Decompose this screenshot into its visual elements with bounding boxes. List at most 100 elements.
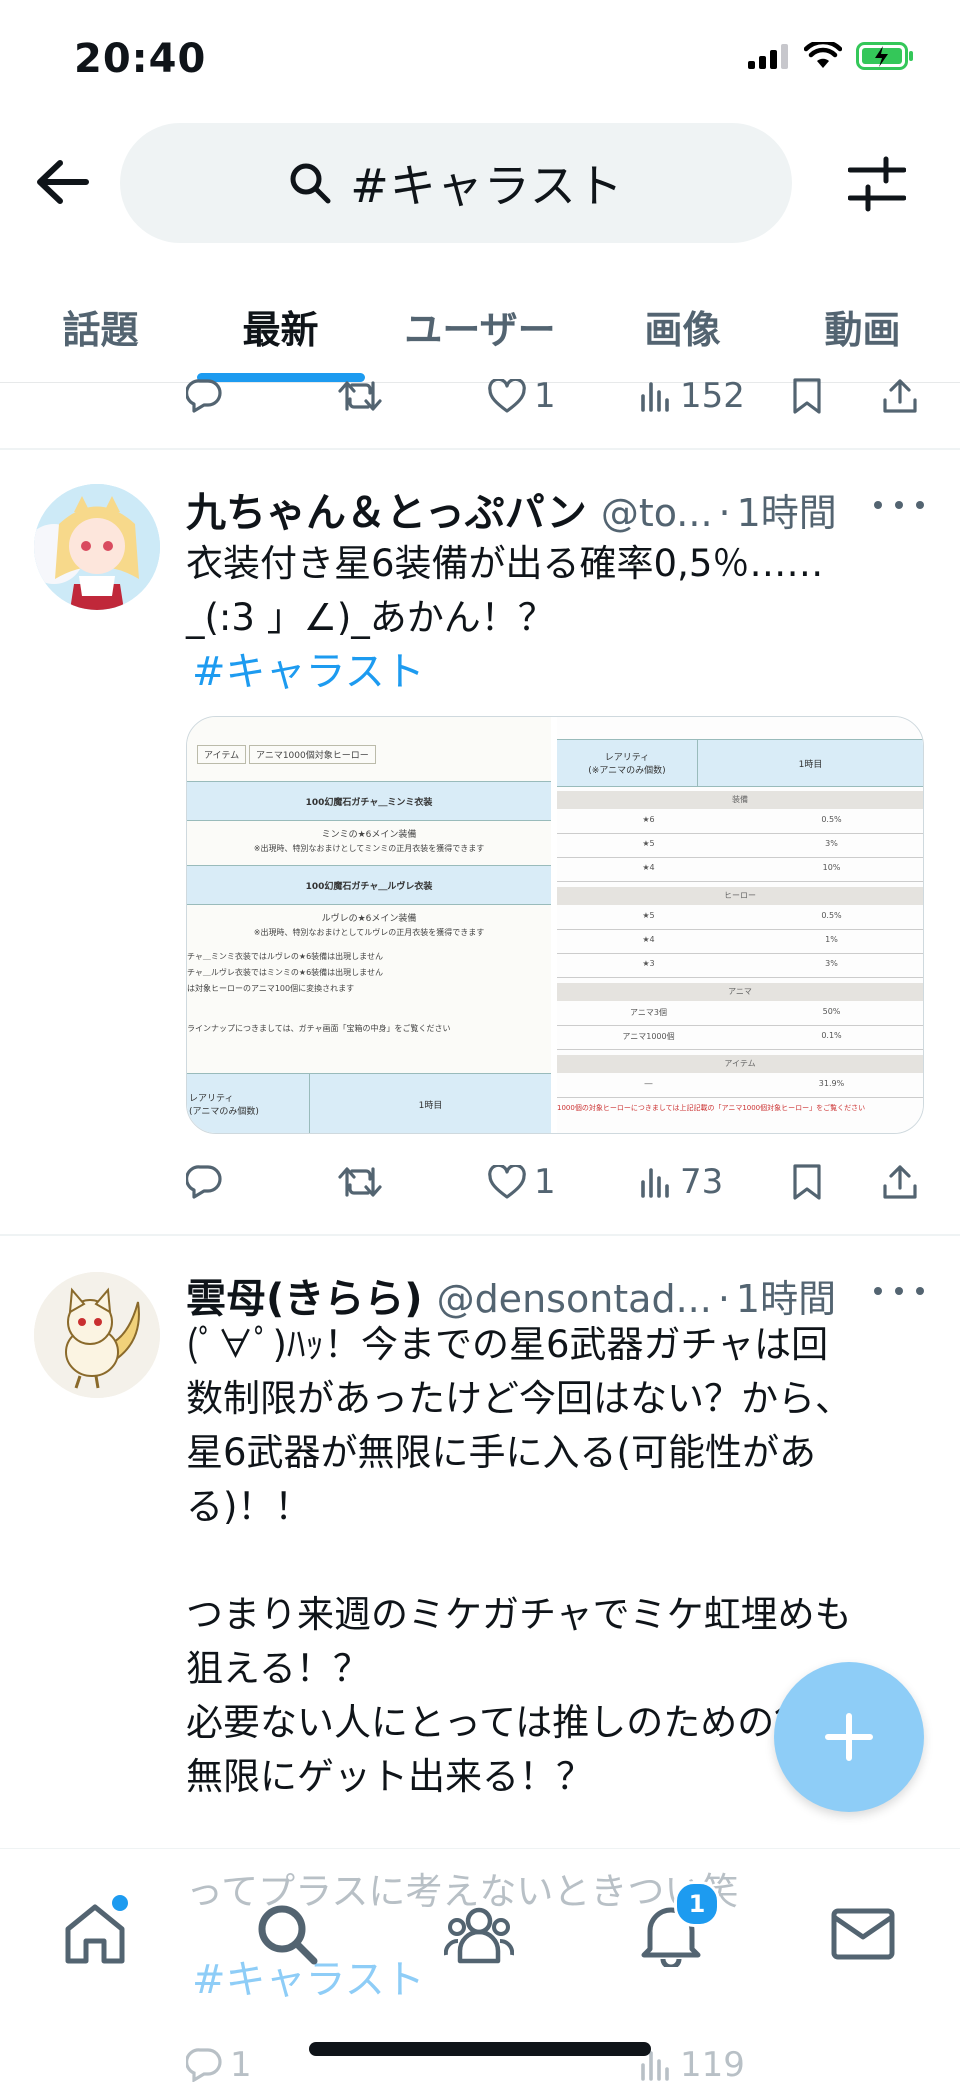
search-query: #キャラスト	[350, 159, 624, 213]
separator-dot: ·	[717, 1277, 730, 1321]
like-button[interactable]: 1	[488, 1162, 556, 1202]
reply-button[interactable]: 1	[186, 2045, 252, 2085]
reply-button[interactable]	[186, 379, 222, 413]
tab-topics[interactable]: 話題	[38, 270, 163, 382]
view-count: 73	[680, 1162, 724, 1202]
image-text: レアリティ (アニマのみ個数)	[189, 1094, 259, 1117]
more-icon	[874, 1287, 882, 1295]
tweet-header: 九ちゃん＆とっぷパン @to... · 1時間	[186, 480, 837, 538]
tweet-time[interactable]: 1時間	[736, 1268, 836, 1323]
image-text: アニマ	[557, 983, 923, 1001]
more-button[interactable]	[874, 485, 924, 525]
image-text: 0.5%	[821, 911, 842, 920]
like-count: 1	[534, 376, 556, 416]
author-handle[interactable]: @to...	[601, 491, 713, 535]
image-text: チャ＿ルヴレ衣装ではミンミの★6装備は出現しません	[187, 968, 383, 977]
author-handle[interactable]: @densontad...	[437, 1277, 712, 1321]
image-table-row: ★3 3%	[557, 959, 923, 978]
author-name[interactable]: 雲母(きらら)	[186, 1266, 423, 1324]
image-text: ★5	[642, 839, 655, 848]
image-text: ※出現時、特別なおまけとしてミンミの正月衣装を獲得できます	[253, 844, 485, 853]
signal-icon	[748, 44, 788, 69]
image-text: ルヴレの★6メイン装備	[321, 914, 417, 924]
views-button[interactable]: 152	[640, 376, 745, 416]
more-button[interactable]	[874, 1271, 924, 1311]
view-count: 152	[680, 376, 745, 416]
image-text: 50%	[822, 1007, 841, 1016]
views-button[interactable]: 119	[640, 2045, 745, 2085]
image-text: ラインナップにつきましては、ガチャ画面「宝箱の中身」をご覧ください	[187, 1024, 451, 1033]
status-icons	[748, 42, 914, 70]
like-icon	[488, 379, 526, 413]
retweet-icon	[338, 1167, 382, 1197]
share-button[interactable]	[882, 1164, 918, 1200]
image-table-header: レアリティ (※アニマのみ個数) 1時目	[557, 739, 923, 787]
search-input[interactable]: #キャラスト	[120, 123, 792, 243]
image-table-row: アニマ3個 50%	[557, 1007, 923, 1026]
author-name[interactable]: 九ちゃん＆とっぷパン	[186, 480, 587, 538]
reply-button[interactable]	[186, 1165, 222, 1199]
plus-icon	[825, 1713, 873, 1761]
avatar-image	[34, 1272, 160, 1398]
nav-explore[interactable]	[242, 1889, 332, 1979]
image-text: 3%	[825, 839, 838, 848]
avatar[interactable]	[34, 484, 160, 610]
battery-icon	[856, 42, 913, 70]
hashtag-link[interactable]: #キャラスト	[192, 639, 425, 697]
reply-icon	[186, 2048, 222, 2082]
back-button[interactable]	[30, 150, 94, 214]
notification-badge: 1	[674, 1881, 720, 1927]
mail-icon	[831, 1908, 895, 1960]
image-text: アニマ3個	[630, 1008, 667, 1017]
like-button[interactable]: 1	[488, 376, 556, 416]
divider	[0, 1234, 960, 1236]
reply-icon	[186, 1165, 222, 1199]
tweet-time[interactable]: 1時間	[737, 482, 837, 537]
retweet-button[interactable]	[338, 379, 382, 413]
nav-notifications[interactable]: 1	[626, 1881, 720, 1979]
image-text: ★3	[642, 959, 655, 968]
status-time: 20:40	[74, 36, 207, 82]
tweet-text: 衣装付き星6装備が出る確率0,5％…… _(:3 」∠)_あかん！？	[186, 542, 824, 639]
divider	[0, 448, 960, 450]
avatar[interactable]	[34, 1272, 160, 1398]
image-text: 3%	[825, 959, 838, 968]
image-text: 0.1%	[821, 1031, 842, 1040]
views-button[interactable]: 73	[640, 1162, 723, 1202]
image-text: 1000個の対象ヒーローにつきましては上記記載の「アニマ1000個対象ヒーロー」…	[557, 1104, 866, 1112]
separator-dot: ·	[718, 491, 731, 535]
image-text: は対象ヒーローのアニマ100個に変換されます	[187, 984, 355, 993]
compose-tweet-button[interactable]	[774, 1662, 924, 1812]
share-icon	[883, 379, 917, 413]
bookmark-icon	[793, 1164, 821, 1200]
image-text: レアリティ (※アニマのみ個数)	[588, 753, 666, 776]
image-table-row: ★5 3%	[557, 839, 923, 858]
image-text: 10%	[822, 863, 841, 872]
nav-home[interactable]	[50, 1889, 140, 1979]
tweet-image[interactable]: アイテム アニマ1000個対象ヒーロー 100幻魔石ガチャ＿ミンミ衣装 ミンミの…	[186, 716, 924, 1134]
bookmark-button[interactable]	[792, 378, 822, 414]
filter-button[interactable]	[842, 152, 912, 216]
image-text: 0.5%	[821, 815, 842, 824]
nav-communities[interactable]	[434, 1889, 524, 1979]
image-text: ―	[644, 1079, 653, 1088]
image-text: アイテム	[197, 745, 247, 764]
bookmark-button[interactable]	[792, 1164, 822, 1200]
view-count: 119	[680, 2045, 745, 2085]
image-right-panel: レアリティ (※アニマのみ個数) 1時目 装備 ★6 0.5% ★5 3% ★4 10…	[557, 717, 923, 1133]
image-text: ★5	[642, 911, 655, 920]
search-icon	[290, 163, 331, 204]
share-button[interactable]	[882, 378, 918, 414]
retweet-button[interactable]	[338, 1165, 382, 1199]
image-text: ★6	[642, 815, 655, 824]
image-table-row: ― 31.9%	[557, 1079, 923, 1098]
image-table-row: ★6 0.5%	[557, 815, 923, 834]
back-arrow-icon	[37, 160, 89, 204]
nav-messages[interactable]	[818, 1889, 908, 1979]
reply-icon	[186, 379, 222, 413]
prev-tweet-actions: 1 152	[186, 366, 926, 426]
image-text: ★4	[642, 935, 655, 944]
image-text: 100幻魔石ガチャ＿ミンミ衣装	[187, 781, 551, 821]
more-icon	[874, 501, 882, 509]
image-text: チャ＿ミンミ衣装ではルヴレの★6装備は出現しません	[187, 952, 383, 961]
